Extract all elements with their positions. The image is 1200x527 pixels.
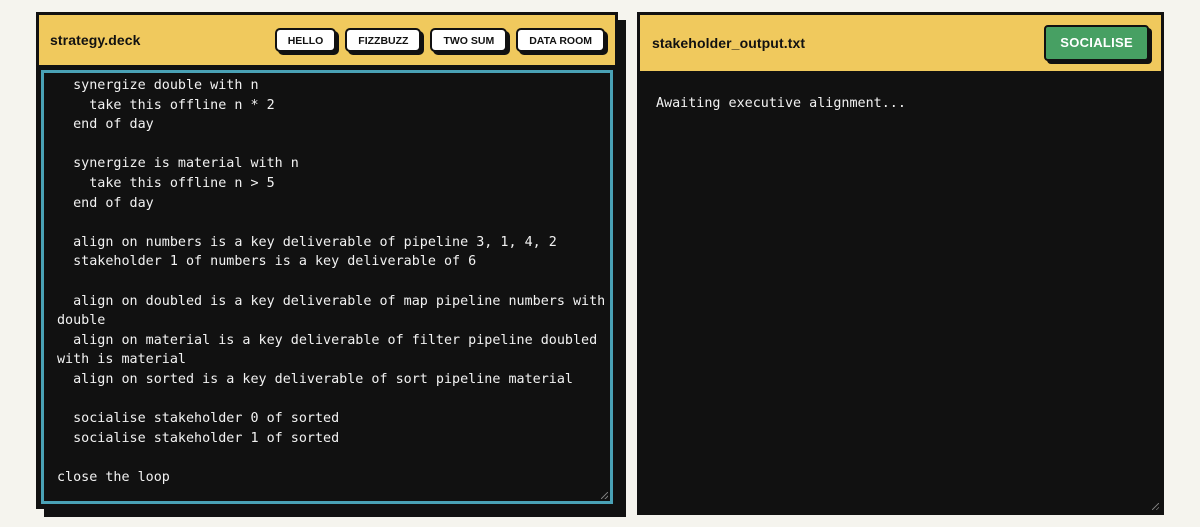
example-buttons: HELLO FIZZBUZZ TWO SUM DATA ROOM xyxy=(274,28,605,52)
code-text[interactable]: synergize double with n take this offlin… xyxy=(44,73,610,487)
output-title: stakeholder_output.txt xyxy=(652,35,806,51)
output-text: Awaiting executive alignment... xyxy=(656,96,906,111)
socialise-button[interactable]: SOCIALISE xyxy=(1044,25,1149,61)
data-room-button[interactable]: DATA ROOM xyxy=(516,28,605,52)
editor-header: strategy.deck HELLO FIZZBUZZ TWO SUM DAT… xyxy=(39,15,615,68)
resize-handle-icon[interactable] xyxy=(1152,503,1159,510)
hello-button[interactable]: HELLO xyxy=(274,28,337,52)
resize-handle-icon[interactable] xyxy=(601,492,608,499)
two-sum-button[interactable]: TWO SUM xyxy=(430,28,508,52)
fizzbuzz-button[interactable]: FIZZBUZZ xyxy=(345,28,422,52)
output-panel: stakeholder_output.txt SOCIALISE Awaitin… xyxy=(637,12,1164,515)
editor-title: strategy.deck xyxy=(50,32,141,48)
output-header: stakeholder_output.txt SOCIALISE xyxy=(640,15,1161,74)
code-editor[interactable]: synergize double with n take this offlin… xyxy=(41,70,613,504)
output-area[interactable]: Awaiting executive alignment... xyxy=(640,74,1161,512)
editor-panel: strategy.deck HELLO FIZZBUZZ TWO SUM DAT… xyxy=(36,12,618,509)
